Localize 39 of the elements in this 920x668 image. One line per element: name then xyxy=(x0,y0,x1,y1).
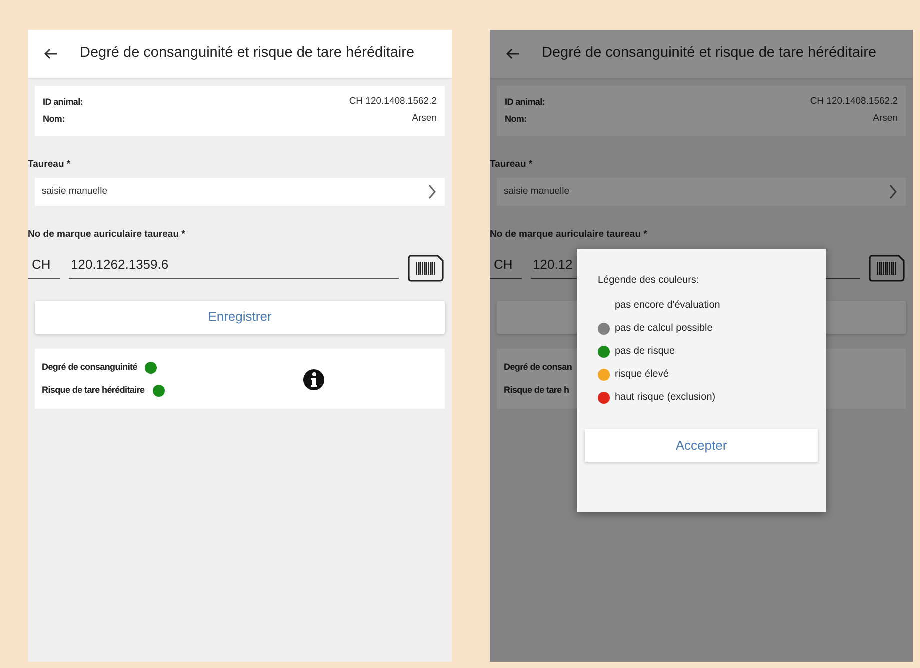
field-label: Nom: xyxy=(505,112,527,126)
field-label: Nom: xyxy=(43,112,65,126)
chevron-right-icon xyxy=(889,184,898,200)
select-value: saisie manuelle xyxy=(504,185,570,200)
country-field[interactable]: CH xyxy=(28,255,60,278)
result-label: Risque de tare h xyxy=(504,384,570,398)
screen-title: Degré de consanguinité et risque de tare héréditaire xyxy=(542,44,877,64)
field-value: Arsen xyxy=(412,112,437,126)
field-label: ID animal: xyxy=(505,96,546,109)
field-label: Taureau * xyxy=(28,158,72,172)
back-icon[interactable] xyxy=(44,48,58,60)
country-field[interactable]: CH xyxy=(490,255,522,278)
result-label: Risque de tare héréditaire xyxy=(42,384,145,398)
dialog-title: Légende des couleurs: xyxy=(597,274,700,288)
legend-label: risque élevé xyxy=(615,368,669,382)
field-value: Arsen xyxy=(873,112,898,126)
field-label: ID animal: xyxy=(43,96,84,109)
legend-label: pas de risque xyxy=(615,345,676,359)
field-value: CH 120.1408.1562.2 xyxy=(810,95,898,110)
ear-tag-field[interactable]: 120.1262.1359.6 xyxy=(69,255,399,278)
legend-label: pas de calcul possible xyxy=(615,322,713,336)
bull-select[interactable]: saisie manuelle xyxy=(497,178,906,206)
legend-label: haut risque (exclusion) xyxy=(615,391,716,405)
screen-title: Degré de consanguinité et risque de tare héréditaire xyxy=(80,44,415,64)
result-label: Degré de consan xyxy=(504,361,572,374)
field-label: No de marque auriculaire taureau * xyxy=(490,228,648,242)
bull-select[interactable]: saisie manuelle xyxy=(35,178,445,206)
info-icon[interactable] xyxy=(303,368,325,390)
save-button[interactable]: Enregistrer xyxy=(35,300,445,334)
field-value: CH 120.1408.1562.2 xyxy=(349,95,437,110)
chevron-right-icon xyxy=(428,184,437,200)
accept-button[interactable]: Accepter xyxy=(585,429,818,462)
legend-label: pas encore d'évaluation xyxy=(615,299,720,313)
barcode-scan-icon[interactable] xyxy=(408,254,444,282)
result-label: Degré de consanguinité xyxy=(42,361,138,374)
back-icon[interactable] xyxy=(506,48,520,60)
field-label: No de marque auriculaire taureau * xyxy=(28,228,186,242)
field-label: Taureau * xyxy=(490,158,534,172)
select-value: saisie manuelle xyxy=(42,185,108,200)
